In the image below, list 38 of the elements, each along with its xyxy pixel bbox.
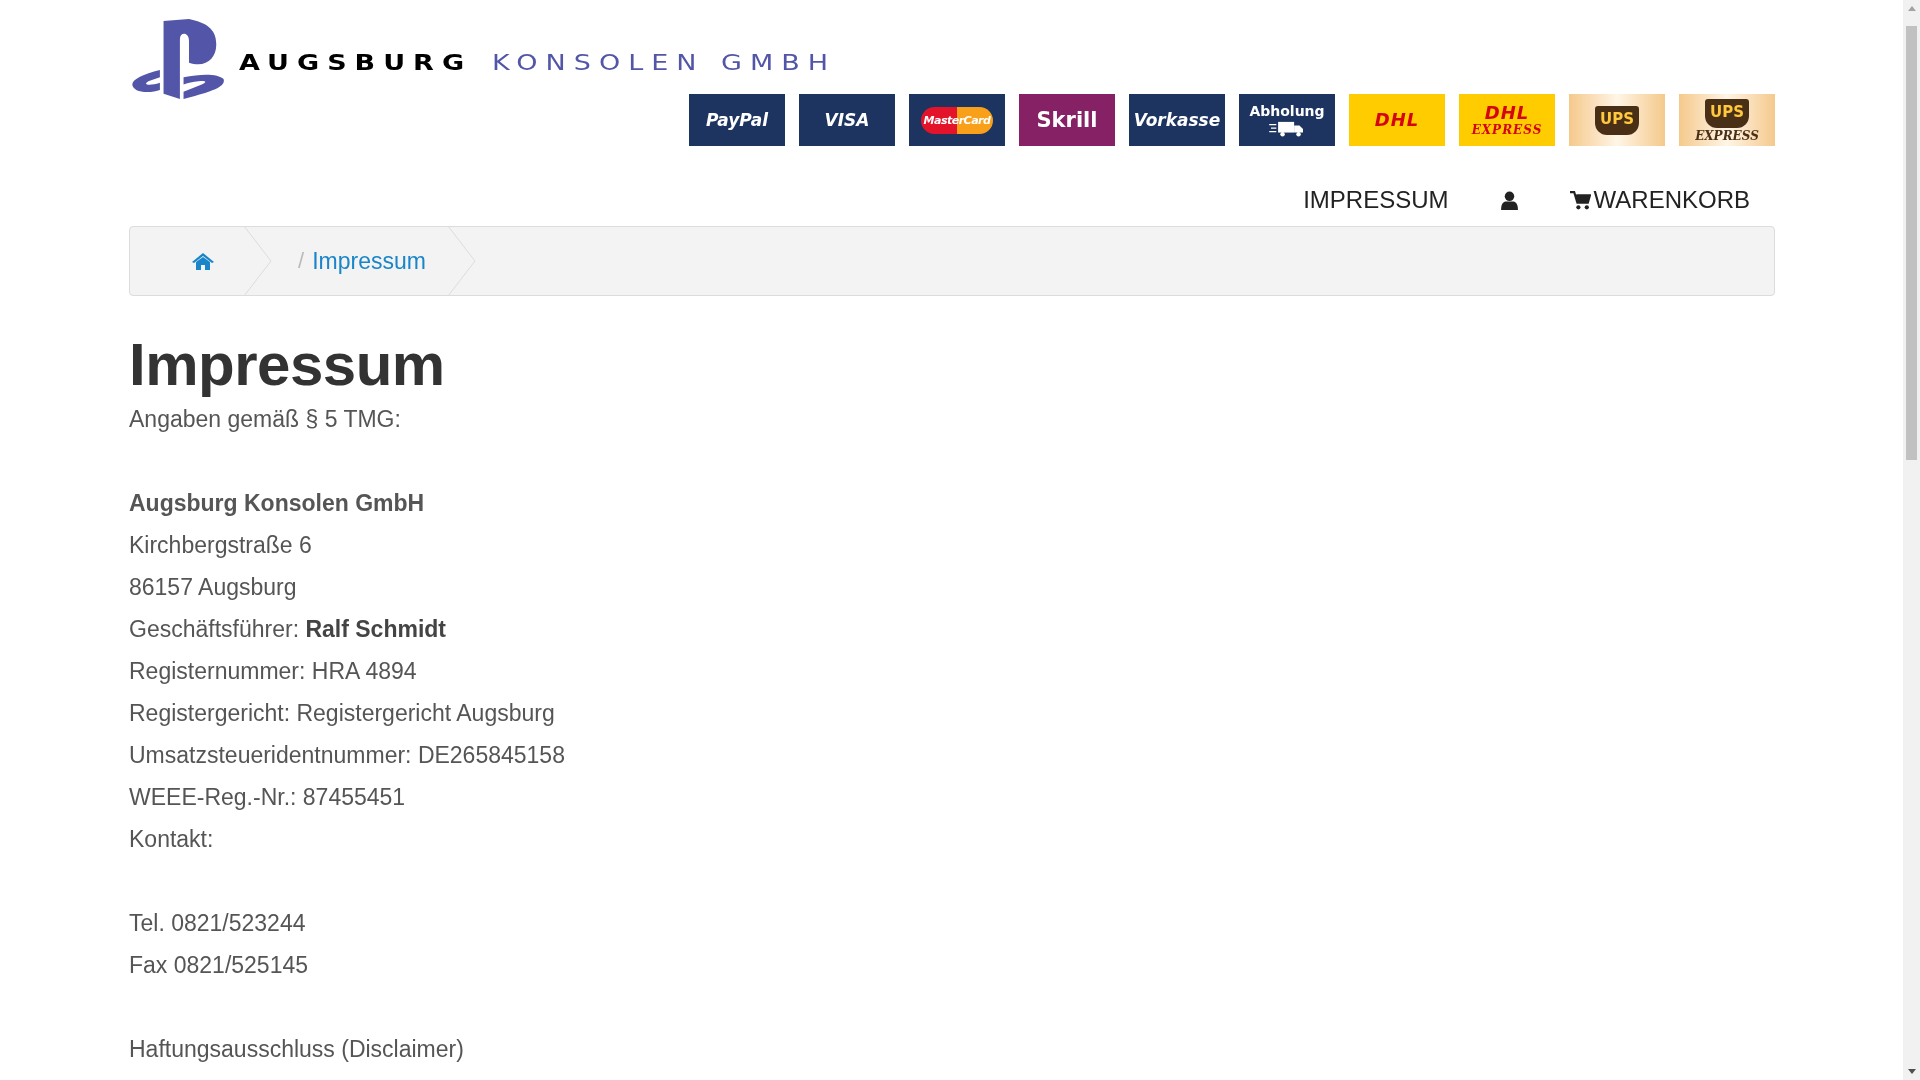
text-line: Haftungsausschluss (Disclaimer) — [129, 1035, 464, 1064]
shipping-badge: UPS — [1569, 94, 1665, 146]
shipping-badge: UPS EXPRESS — [1679, 94, 1775, 146]
text-line: Registergericht: Registergericht Augsburg — [129, 699, 555, 728]
breadcrumb-link[interactable]: Impressum — [312, 247, 426, 275]
text-line: Angaben gemäß § 5 TMG: — [129, 405, 401, 434]
cart-link[interactable]: WARENKORB — [1543, 186, 1750, 214]
breadcrumb-separator: / — [298, 248, 305, 274]
payment-badge: Skrill — [1019, 94, 1115, 146]
user-icon — [1500, 190, 1518, 210]
text-line: WEEE-Reg.-Nr.: 87455451 — [129, 783, 406, 812]
text-line: Umsatzsteueridentnummer: DE265845158 — [129, 741, 565, 770]
truck-icon — [1269, 120, 1305, 137]
page-title: Impressum — [129, 332, 446, 398]
text-line: Tel. 0821/523244 — [129, 909, 306, 938]
payment-badge: PayPal — [689, 94, 785, 146]
text-line: Kirchbergstraße 6 — [129, 531, 312, 560]
cart-icon — [1569, 190, 1591, 210]
text-line: 86157 Augsburg — [129, 573, 297, 602]
text-line: Fax 0821/525145 — [129, 951, 309, 980]
logo-text: KONSOLEN GMBH — [492, 49, 837, 75]
scroll-up-icon[interactable] — [1907, 6, 1916, 11]
nav-link[interactable]: IMPRESSUM — [1277, 186, 1475, 214]
text-line: Registernummer: HRA 4894 — [129, 657, 417, 686]
text-line: Augsburg Konsolen GmbH — [129, 489, 425, 518]
scroll-down-icon[interactable] — [1907, 1069, 1916, 1074]
payment-badge: Vorkasse — [1129, 94, 1225, 146]
pickup-badge: Abholung — [1239, 94, 1335, 146]
home-icon — [192, 252, 214, 270]
shipping-badge: DHL EXPRESS — [1459, 94, 1555, 146]
payment-badge: MasterCard — [909, 94, 1005, 146]
payment-badge: VISA — [799, 94, 895, 146]
logo-text: AUGSBURG — [239, 49, 473, 75]
text-line: Kontakt: — [129, 825, 214, 854]
shipping-badge: DHL — [1349, 94, 1445, 146]
scrollbar[interactable] — [1903, 0, 1920, 1080]
scrollbar-thumb[interactable] — [1906, 26, 1917, 460]
text-line: Geschäftsführer: Ralf Schmidt — [129, 615, 446, 644]
